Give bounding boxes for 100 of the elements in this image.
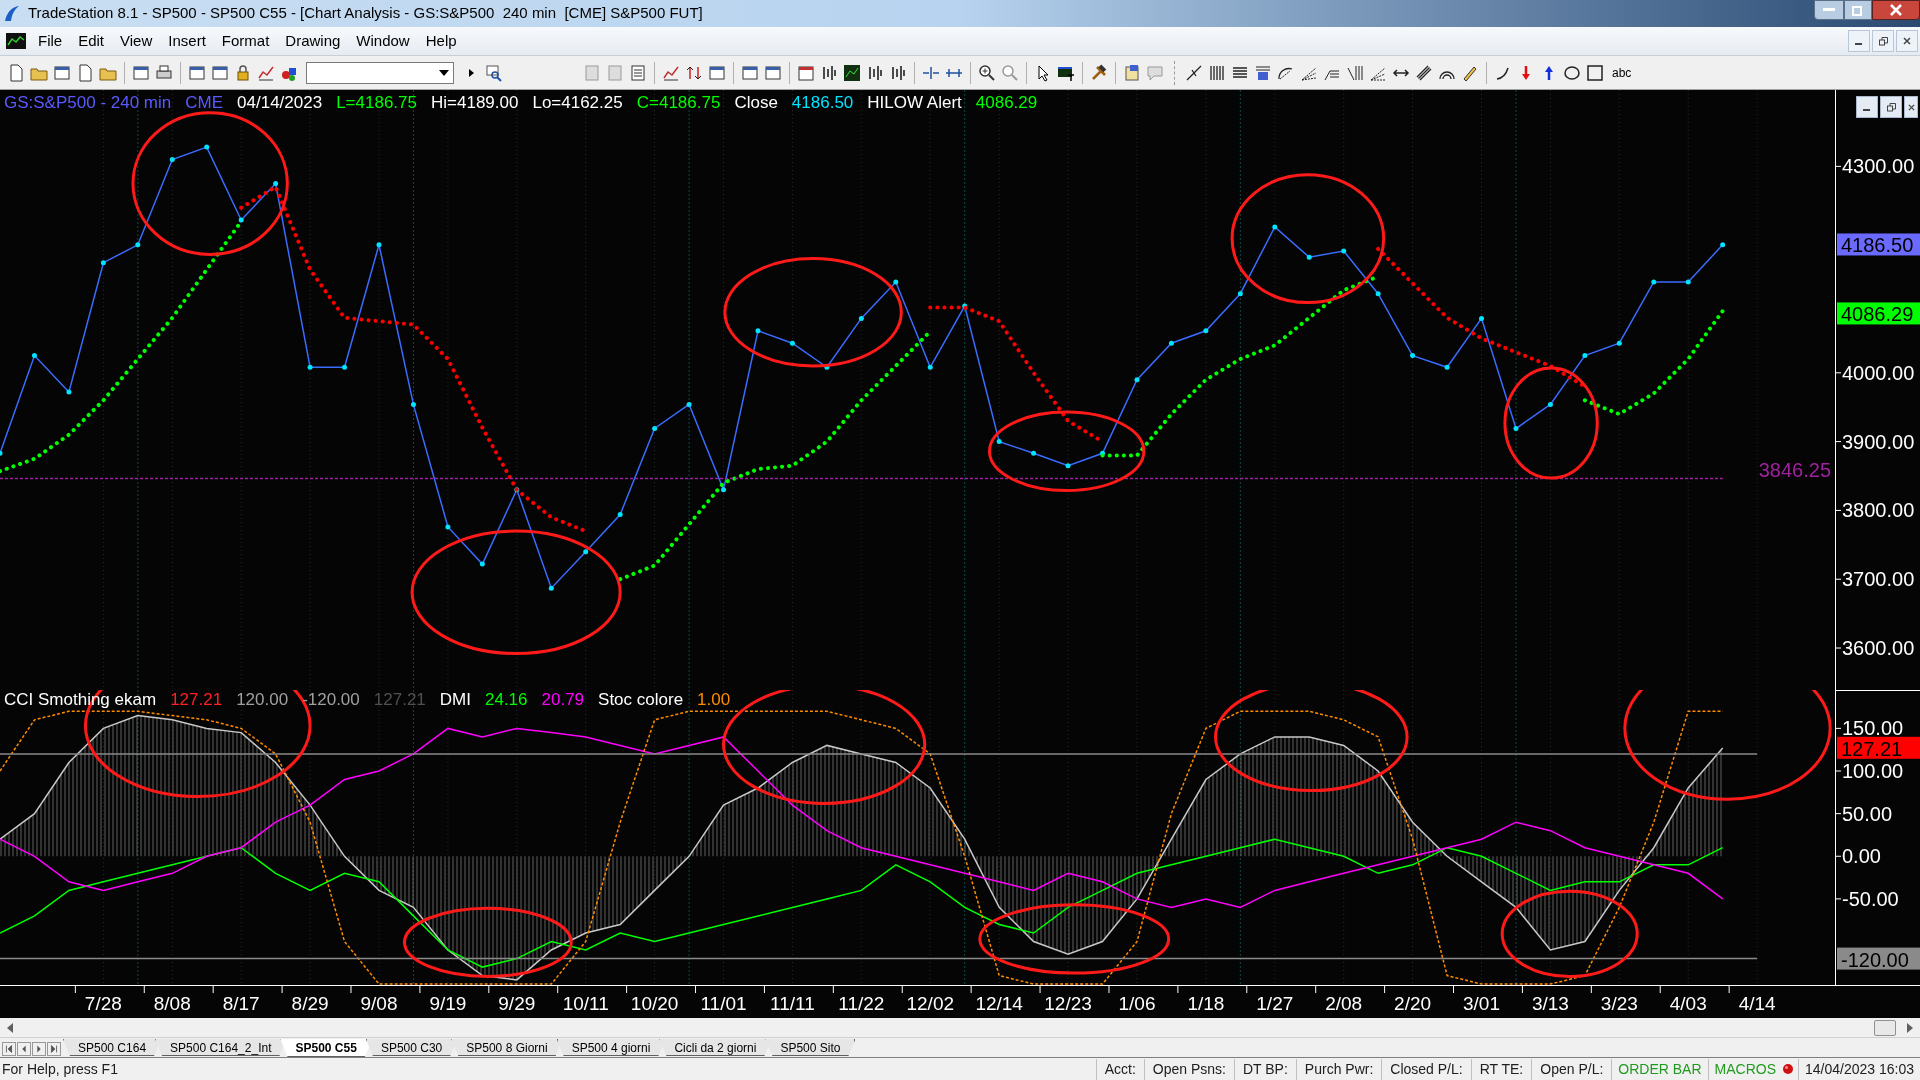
- connection-status-icon: [1782, 1063, 1794, 1075]
- scroll-left-icon[interactable]: [6, 1022, 14, 1033]
- legend-text: Lo=4162.25: [531, 92, 624, 114]
- close-icon: [1907, 103, 1915, 111]
- date-label: 4/14: [1738, 993, 1776, 1014]
- date-label: 10/11: [562, 993, 609, 1014]
- date-label: 12/02: [906, 993, 954, 1014]
- date-label: 3/01: [1463, 993, 1500, 1014]
- menu-item[interactable]: Help: [417, 29, 465, 53]
- legend-text: DMI: [438, 689, 472, 711]
- ellipse-outline[interactable]: [131, 111, 289, 256]
- date-label: 3/23: [1600, 993, 1638, 1014]
- date-label: 11/01: [700, 993, 747, 1014]
- menu-item[interactable]: Edit: [70, 29, 113, 53]
- chart-window-icon[interactable]: [842, 62, 862, 83]
- legend-text: 20.79: [540, 689, 586, 711]
- symbol-dropdown[interactable]: [306, 61, 454, 84]
- legend-text: Hi=4189.00: [430, 92, 520, 114]
- legend-text: 127.21: [169, 689, 224, 711]
- date-label: 1/18: [1187, 993, 1225, 1014]
- axis-label: 0.00: [1842, 845, 1881, 868]
- date-label: 11/11: [770, 993, 815, 1014]
- zoom-in-icon[interactable]: [977, 62, 997, 83]
- date-label: 12/14: [975, 993, 1023, 1014]
- minimize-icon: [1823, 8, 1835, 12]
- last-sheet-icon[interactable]: [47, 1042, 61, 1056]
- next-sheet-icon[interactable]: [32, 1042, 46, 1056]
- legend-text: 04/14/2023: [236, 92, 324, 114]
- rectangle-icon[interactable]: [1585, 62, 1605, 83]
- horizontal-scrollbar[interactable]: [0, 1018, 1920, 1038]
- ellipse-outline[interactable]: [1503, 366, 1599, 480]
- menu-item[interactable]: Window: [348, 29, 418, 53]
- date-label: 2/08: [1325, 993, 1363, 1014]
- axis-label: 3700.00: [1842, 568, 1915, 591]
- legend-text: Close: [733, 92, 779, 114]
- ellipse-outline[interactable]: [988, 410, 1146, 492]
- legend-text: C=4186.75: [635, 92, 722, 114]
- minimize-button[interactable]: [1814, 0, 1844, 20]
- ellipse-outline[interactable]: [978, 903, 1171, 975]
- ellipse-outline[interactable]: [1500, 889, 1639, 978]
- axis-label: 3900.00: [1842, 430, 1915, 453]
- date-label: 10/20: [630, 993, 679, 1014]
- restore-icon: [1886, 102, 1896, 112]
- text-tool-button[interactable]: abc: [1608, 63, 1636, 82]
- close-icon: [1903, 37, 1911, 45]
- caret-icon: [439, 69, 449, 76]
- legend-text: 24.16: [483, 689, 529, 711]
- restore-icon: [1878, 36, 1888, 46]
- legend-text: 1.00: [696, 689, 732, 711]
- legend-text: -120.00: [301, 689, 361, 711]
- menu-item[interactable]: View: [112, 29, 161, 53]
- ellipse-outline[interactable]: [1214, 690, 1409, 793]
- maximize-button[interactable]: [1844, 0, 1872, 20]
- date-label: 2/20: [1394, 993, 1432, 1014]
- legend-text: L=4186.75: [335, 92, 418, 114]
- ellipse-outline[interactable]: [403, 906, 573, 978]
- close-button[interactable]: [1904, 96, 1918, 118]
- date-label: 8/08: [153, 993, 191, 1014]
- ellipse-outline[interactable]: [1230, 173, 1386, 305]
- minimize-button[interactable]: [1856, 96, 1878, 118]
- menu-item[interactable]: File: [30, 29, 71, 53]
- axis-label: -50.00: [1842, 887, 1899, 910]
- date-label: 8/29: [291, 993, 329, 1014]
- first-sheet-icon[interactable]: [2, 1042, 16, 1056]
- previous-sheet-icon[interactable]: [17, 1042, 31, 1056]
- chart-window-icon: [6, 33, 26, 49]
- find-icon[interactable]: [484, 62, 504, 83]
- date-label: 7/28: [84, 993, 122, 1014]
- ellipse-outline[interactable]: [410, 529, 622, 656]
- legend-text: CME: [184, 92, 225, 114]
- scroll-right-icon[interactable]: [1906, 1022, 1914, 1033]
- scroll-thumb[interactable]: [1874, 1019, 1896, 1036]
- status-field: Purch Pwr:: [1295, 1058, 1382, 1080]
- ellipse-outline[interactable]: [723, 257, 903, 368]
- menu-item[interactable]: Drawing: [277, 29, 349, 53]
- maximize-icon: [1852, 4, 1864, 16]
- status-datetime: 14/04/2023 16:03: [1798, 1058, 1920, 1080]
- ellipse-outline[interactable]: [1623, 690, 1832, 801]
- legend-text: Stoc colore: [597, 689, 685, 711]
- close-icon: [1889, 4, 1903, 16]
- menu-item[interactable]: Format: [213, 29, 278, 53]
- restore-button[interactable]: [1872, 30, 1894, 52]
- restore-button[interactable]: [1880, 96, 1902, 118]
- close-button[interactable]: [1872, 0, 1920, 20]
- value-tag: 4186.50: [1837, 233, 1920, 257]
- clipboard-icon[interactable]: [1122, 62, 1142, 83]
- value-tag: -120.00: [1837, 947, 1920, 971]
- axis-label: 3600.00: [1842, 637, 1915, 660]
- axis-label: 3800.00: [1842, 499, 1915, 522]
- status-field: Open Psns:: [1143, 1058, 1234, 1080]
- value-tag: 127.21: [1837, 736, 1920, 760]
- legend-text: HILOW Alert: [866, 92, 963, 114]
- menu-item[interactable]: Insert: [160, 29, 214, 53]
- minimize-button[interactable]: [1848, 30, 1870, 52]
- help-text: For Help, press F1: [2, 1059, 118, 1079]
- status-field: Closed P/L:: [1381, 1058, 1471, 1080]
- date-label: 9/29: [498, 993, 536, 1014]
- status-field: Acct:: [1095, 1058, 1144, 1080]
- legend-text: 127.21: [372, 689, 427, 711]
- sheet-tab[interactable]: SP500 Sito: [765, 1039, 856, 1056]
